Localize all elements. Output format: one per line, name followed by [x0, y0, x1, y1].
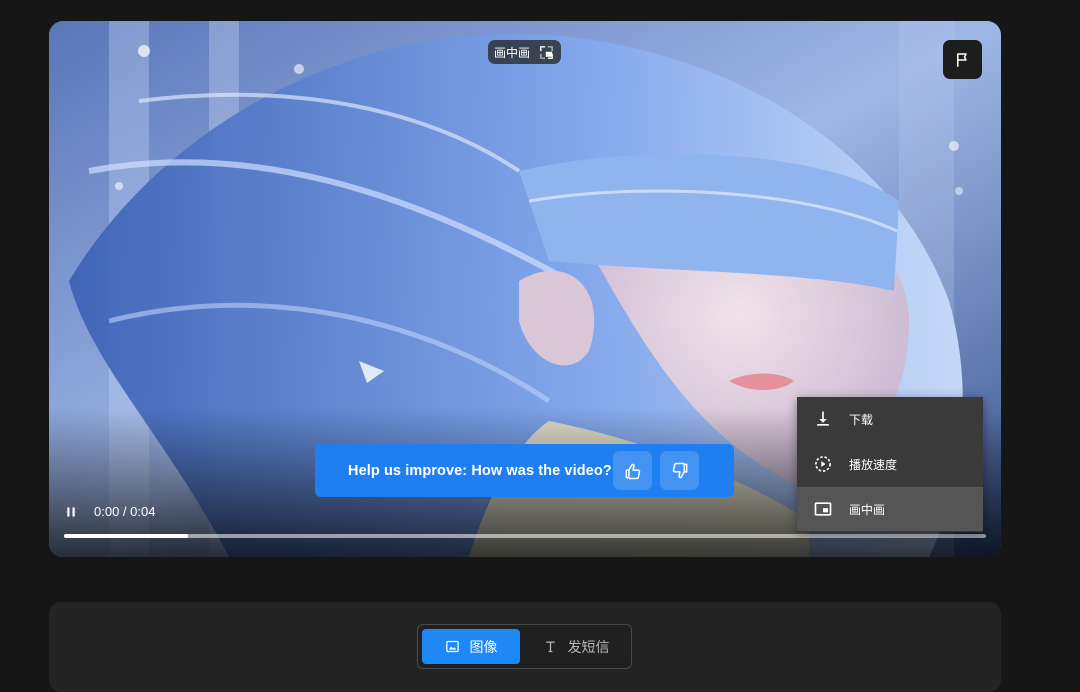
- pause-icon: [66, 507, 75, 516]
- time-display: 0:00 / 0:04: [94, 504, 156, 519]
- playback-speed-icon: [815, 456, 831, 472]
- mode-switch: 图像 发短信: [417, 624, 632, 669]
- pip-chip[interactable]: 画中画: [488, 40, 562, 64]
- pip-exit-icon: [540, 45, 553, 59]
- settings-menu: 下载 播放速度 画中画: [797, 397, 983, 532]
- flag-icon: [956, 52, 967, 67]
- play-pause-button[interactable]: [62, 503, 79, 520]
- tab-image-label: 图像: [469, 638, 498, 655]
- menu-item-picture-in-picture[interactable]: 画中画: [797, 487, 983, 531]
- menu-label-picture-in-picture: 画中画: [849, 502, 886, 517]
- feedback-prompt: Help us improve: How was the video?: [348, 462, 612, 479]
- download-icon: [817, 411, 829, 426]
- progress-fill: [64, 534, 188, 538]
- thumbs-up-icon: [625, 463, 640, 479]
- bottom-panel: 图像 发短信: [49, 602, 1001, 692]
- pip-chip-label: 画中画: [494, 45, 531, 60]
- menu-label-download: 下载: [849, 412, 874, 427]
- thumbs-down-icon: [672, 462, 687, 478]
- progress-bar[interactable]: [64, 534, 986, 538]
- feedback-banner: Help us improve: How was the video?: [315, 444, 734, 497]
- text-icon: [545, 641, 555, 653]
- tab-image[interactable]: 图像: [422, 629, 520, 664]
- image-icon: [445, 640, 459, 653]
- menu-label-playback-speed: 播放速度: [849, 457, 898, 472]
- report-flag-button[interactable]: [943, 40, 982, 79]
- thumbs-down-button[interactable]: [660, 451, 699, 490]
- menu-item-playback-speed[interactable]: 播放速度: [797, 442, 983, 486]
- tab-text[interactable]: 发短信: [524, 629, 628, 664]
- picture-in-picture-icon: [814, 502, 832, 516]
- thumbs-up-button[interactable]: [613, 451, 652, 490]
- tab-text-label: 发短信: [567, 638, 610, 655]
- menu-item-download[interactable]: 下载: [797, 397, 983, 441]
- video-player[interactable]: 画中画 Help us improve: How was the video?: [49, 21, 1001, 557]
